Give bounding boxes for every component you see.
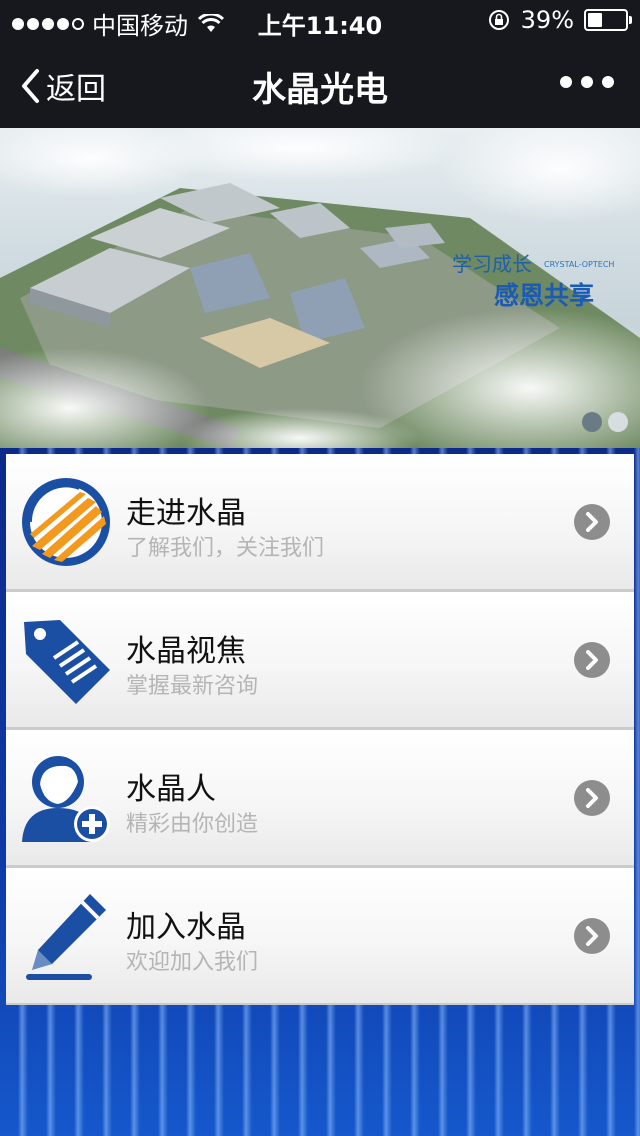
menu-item-people[interactable]: 水晶人 精彩由你创造 bbox=[6, 730, 634, 868]
menu-item-about[interactable]: 走进水晶 了解我们，关注我们 bbox=[6, 454, 634, 592]
menu-item-subtitle: 精彩由你创造 bbox=[126, 812, 259, 837]
menu-item-subtitle: 了解我们，关注我们 bbox=[126, 536, 325, 561]
status-bar: 中国移动 上午11:40 39% bbox=[0, 0, 640, 40]
banner-brand-tag: CRYSTAL-OPTECH bbox=[544, 260, 615, 269]
more-options-button[interactable] bbox=[560, 76, 614, 88]
pager-dot[interactable] bbox=[582, 412, 602, 432]
more-dot-icon bbox=[581, 76, 593, 88]
more-dot-icon bbox=[560, 76, 572, 88]
carousel-pager[interactable] bbox=[582, 412, 628, 432]
menu-item-subtitle: 掌握最新咨询 bbox=[126, 674, 259, 699]
menu-item-title: 走进水晶 bbox=[126, 496, 246, 531]
menu-item-title: 水晶人 bbox=[126, 772, 216, 807]
menu-item-subtitle: 欢迎加入我们 bbox=[126, 950, 259, 975]
chevron-right-icon bbox=[574, 642, 610, 678]
page-title: 水晶光电 bbox=[252, 70, 388, 110]
battery-icon bbox=[584, 9, 632, 31]
nav-bar: 返回 水晶光电 bbox=[0, 40, 640, 128]
rotation-lock-icon bbox=[488, 10, 509, 30]
main-menu: 走进水晶 了解我们，关注我们 水晶视焦 掌握最新咨询 水晶人 精彩由你创造 加入… bbox=[6, 454, 634, 1005]
banner-carousel[interactable]: 学习成长 CRYSTAL-OPTECH 感恩共享 bbox=[0, 128, 640, 448]
pencil-icon bbox=[26, 894, 106, 980]
pager-dot[interactable] bbox=[608, 412, 628, 432]
add-user-icon bbox=[22, 756, 110, 842]
company-logo-icon bbox=[22, 478, 110, 566]
menu-item-title: 加入水晶 bbox=[126, 910, 246, 945]
banner-slogan-line1: 学习成长 bbox=[452, 252, 532, 276]
chevron-right-icon bbox=[574, 918, 610, 954]
menu-item-join[interactable]: 加入水晶 欢迎加入我们 bbox=[6, 868, 634, 1005]
more-dot-icon bbox=[602, 76, 614, 88]
menu-item-news[interactable]: 水晶视焦 掌握最新咨询 bbox=[6, 592, 634, 730]
menu-item-title: 水晶视焦 bbox=[126, 634, 246, 669]
banner-slogan-line2: 感恩共享 bbox=[494, 281, 595, 310]
chevron-right-icon bbox=[574, 780, 610, 816]
tag-icon bbox=[24, 620, 110, 704]
battery-percent: 39% bbox=[520, 6, 574, 34]
chevron-right-icon bbox=[574, 504, 610, 540]
